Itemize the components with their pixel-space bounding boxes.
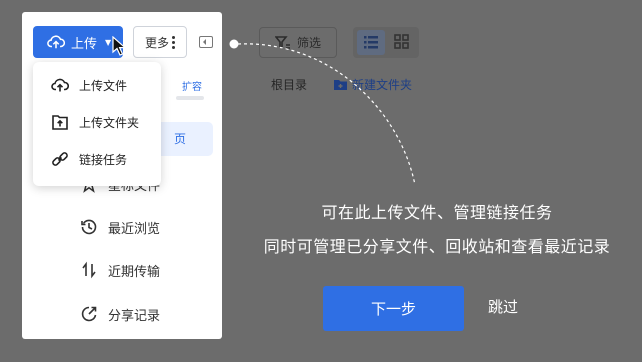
mouse-cursor-icon xyxy=(112,36,127,56)
view-toggle xyxy=(353,27,419,58)
skip-button[interactable]: 跳过 xyxy=(488,296,518,317)
cloud-upload-icon xyxy=(51,78,69,92)
history-icon xyxy=(81,219,97,235)
new-folder-button[interactable]: 新建文件夹 xyxy=(333,76,412,93)
list-view-button[interactable] xyxy=(357,30,385,55)
new-folder-label: 新建文件夹 xyxy=(352,78,413,92)
more-label: 更多 xyxy=(144,35,169,50)
sidebar-item-label: 分享记录 xyxy=(108,308,161,324)
share-icon xyxy=(81,306,97,322)
menu-item-label: 链接任务 xyxy=(79,152,128,167)
link-icon xyxy=(52,152,68,166)
menu-item-link-task[interactable]: 链接任务 xyxy=(33,141,161,177)
menu-item-upload-folder[interactable]: 上传文件夹 xyxy=(33,104,161,140)
folder-plus-icon xyxy=(334,80,347,90)
menu-item-label: 上传文件夹 xyxy=(79,115,140,130)
cloud-upload-icon xyxy=(47,35,65,49)
upload-button[interactable]: 上传 ▼ xyxy=(33,26,123,58)
sidebar-item-active-label: 页 xyxy=(174,132,187,146)
transfer-icon xyxy=(82,261,96,279)
expand-storage-link[interactable]: 扩容 xyxy=(182,78,202,93)
filter-button[interactable]: 筛选 xyxy=(259,27,337,58)
breadcrumb-root[interactable]: 根目录 xyxy=(271,76,307,93)
collapse-sidebar-icon[interactable] xyxy=(199,36,213,48)
upload-menu: 上传文件 上传文件夹 链接任务 xyxy=(33,62,161,186)
more-button[interactable]: 更多 xyxy=(133,26,187,58)
sidebar-item-share-history[interactable]: 分享记录 xyxy=(80,302,160,326)
guide-text-line1: 可在此上传文件、管理链接任务 xyxy=(321,203,553,222)
filter-label: 筛选 xyxy=(296,36,321,50)
menu-item-label: 上传文件 xyxy=(79,78,128,93)
list-view-icon xyxy=(364,36,378,49)
folder-upload-icon xyxy=(52,115,68,130)
sidebar-item-transfers[interactable]: 近期传输 xyxy=(80,258,160,282)
sidebar-item-label: 最近浏览 xyxy=(108,221,161,237)
guide-text-line2: 同时可管理已分享文件、回收站和查看最近记录 xyxy=(263,237,611,256)
storage-bar xyxy=(176,96,204,100)
more-vertical-icon xyxy=(172,35,175,49)
upload-label: 上传 xyxy=(71,36,98,52)
sidebar-item-recent-view[interactable]: 最近浏览 xyxy=(80,215,160,239)
filter-icon xyxy=(274,35,290,49)
sidebar-item-label: 近期传输 xyxy=(108,264,161,280)
grid-view-icon[interactable] xyxy=(393,33,411,51)
next-step-button[interactable]: 下一步 xyxy=(323,286,464,331)
menu-item-upload-file[interactable]: 上传文件 xyxy=(33,67,161,103)
